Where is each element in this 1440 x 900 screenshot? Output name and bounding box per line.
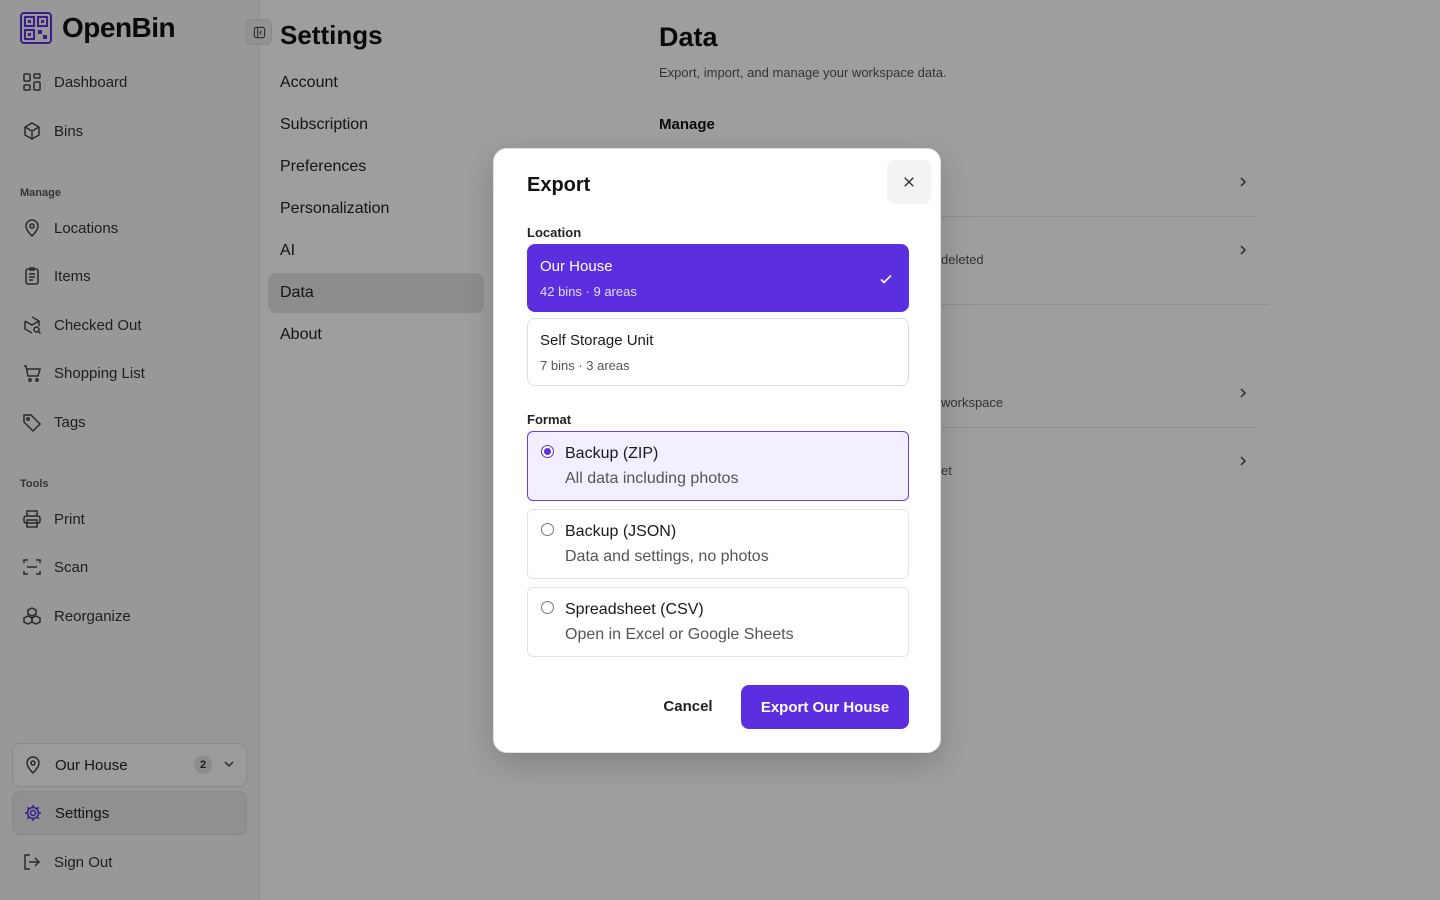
location-option-our-house[interactable]: Our House 42 bins · 9 areas [527, 244, 909, 312]
location-label: Location [527, 225, 582, 240]
dialog-title: Export [527, 174, 591, 196]
location-meta: 7 bins · 3 areas [540, 358, 630, 373]
location-meta: 42 bins · 9 areas [540, 284, 637, 299]
radio-button[interactable] [541, 601, 554, 614]
format-description: Data and settings, no photos [565, 548, 769, 565]
format-name: Spreadsheet (CSV) [565, 601, 704, 618]
format-description: Open in Excel or Google Sheets [565, 626, 794, 643]
format-option-backup-zip[interactable]: Backup (ZIP) All data including photos [527, 431, 909, 501]
radio-button[interactable] [541, 445, 554, 458]
close-icon [904, 177, 914, 187]
format-label: Format [527, 412, 572, 427]
export-dialog: Export Location Our House 42 bins · 9 ar… [493, 148, 941, 753]
format-option-spreadsheet-csv[interactable]: Spreadsheet (CSV) Open in Excel or Googl… [527, 587, 909, 657]
format-name: Backup (ZIP) [565, 445, 659, 462]
location-name: Our House [540, 258, 613, 275]
check-icon [880, 274, 892, 284]
location-name: Self Storage Unit [540, 332, 654, 349]
location-option-self-storage-unit[interactable]: Self Storage Unit 7 bins · 3 areas [527, 318, 909, 386]
export-button[interactable]: Export Our House [741, 685, 909, 729]
cancel-button[interactable]: Cancel [654, 686, 722, 726]
format-name: Backup (JSON) [565, 523, 677, 540]
format-description: All data including photos [565, 470, 739, 487]
close-button[interactable] [887, 160, 931, 204]
radio-button[interactable] [541, 523, 554, 536]
format-option-backup-json[interactable]: Backup (JSON) Data and settings, no phot… [527, 509, 909, 579]
